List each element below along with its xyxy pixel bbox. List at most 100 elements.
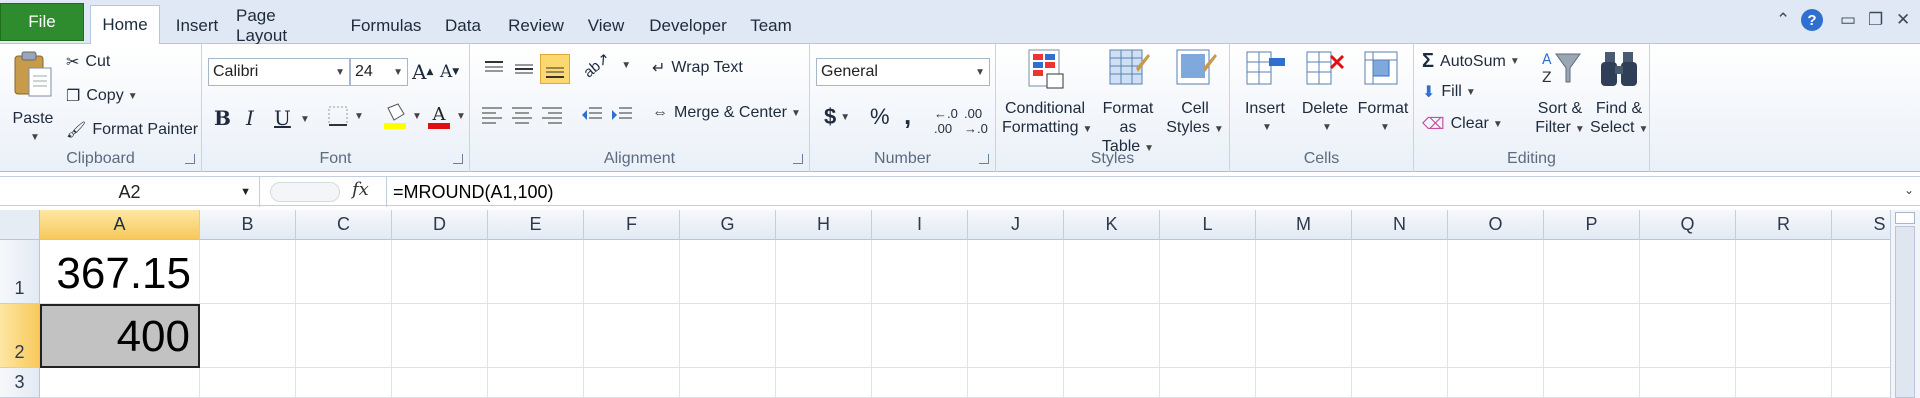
italic-button[interactable]: I: [246, 106, 254, 130]
name-box[interactable]: A2 ▼: [0, 177, 260, 207]
underline-dropdown-icon[interactable]: ▼: [300, 114, 310, 125]
tab-home[interactable]: Home: [90, 5, 160, 45]
increase-indent-icon[interactable]: [610, 104, 634, 126]
row-header-2[interactable]: 2: [0, 304, 40, 368]
cell-m3[interactable]: [1256, 368, 1352, 398]
select-all-button[interactable]: [0, 210, 40, 240]
cell-m1[interactable]: [1256, 240, 1352, 304]
cell-e2[interactable]: [488, 304, 584, 368]
cell-o2[interactable]: [1448, 304, 1544, 368]
cell-i3[interactable]: [872, 368, 968, 398]
clear-button[interactable]: ⌫ Clear ▼: [1422, 114, 1503, 134]
row-header-1[interactable]: 1: [0, 240, 40, 304]
formula-bar-resize-handle[interactable]: [270, 182, 340, 202]
cell-styles-button[interactable]: Cell Styles ▼: [1166, 48, 1224, 139]
grow-font-icon[interactable]: A ▲: [412, 60, 433, 84]
decrease-indent-icon[interactable]: [580, 104, 604, 126]
autosum-button[interactable]: Σ AutoSum ▼: [1422, 50, 1520, 73]
column-header-c[interactable]: C: [296, 210, 392, 240]
underline-button[interactable]: U: [274, 106, 291, 130]
tab-view[interactable]: View: [584, 8, 628, 44]
cell-n1[interactable]: [1352, 240, 1448, 304]
column-header-q[interactable]: Q: [1640, 210, 1736, 240]
format-as-table-button[interactable]: Format as Table ▼: [1092, 48, 1164, 158]
cell-k1[interactable]: [1064, 240, 1160, 304]
cell-f2[interactable]: [584, 304, 680, 368]
percent-button[interactable]: %: [870, 104, 890, 130]
font-color-button[interactable]: A ▼: [426, 102, 466, 130]
cell-p2[interactable]: [1544, 304, 1640, 368]
cell-a2[interactable]: 400: [40, 304, 200, 368]
number-launcher-icon[interactable]: [979, 154, 989, 164]
cell-r3[interactable]: [1736, 368, 1832, 398]
row-header-3[interactable]: 3: [0, 368, 40, 398]
column-header-r[interactable]: R: [1736, 210, 1832, 240]
scrollbar-thumb[interactable]: [1895, 226, 1915, 398]
copy-button[interactable]: ❐ Copy ▼: [66, 86, 138, 106]
cell-l3[interactable]: [1160, 368, 1256, 398]
cell-i2[interactable]: [872, 304, 968, 368]
column-header-m[interactable]: M: [1256, 210, 1352, 240]
insert-function-icon[interactable]: fx: [352, 179, 369, 200]
cell-h1[interactable]: [776, 240, 872, 304]
cell-q2[interactable]: [1640, 304, 1736, 368]
cell-l2[interactable]: [1160, 304, 1256, 368]
scroll-up-icon[interactable]: [1895, 212, 1915, 224]
align-top-icon[interactable]: [482, 58, 506, 80]
cell-e3[interactable]: [488, 368, 584, 398]
cell-l1[interactable]: [1160, 240, 1256, 304]
column-header-h[interactable]: H: [776, 210, 872, 240]
clipboard-launcher-icon[interactable]: [185, 154, 195, 164]
help-icon[interactable]: ?: [1800, 8, 1824, 37]
find-select-button[interactable]: Find & Select ▼: [1590, 48, 1648, 139]
cell-j1[interactable]: [968, 240, 1064, 304]
cell-r2[interactable]: [1736, 304, 1832, 368]
cut-button[interactable]: ✂ Cut: [66, 52, 110, 72]
cell-p3[interactable]: [1544, 368, 1640, 398]
fill-color-button[interactable]: ▼: [382, 102, 422, 130]
tab-team[interactable]: Team: [746, 8, 796, 44]
file-tab[interactable]: File: [0, 3, 84, 41]
align-left-icon[interactable]: [480, 104, 504, 126]
copy-dropdown-icon[interactable]: ▼: [128, 91, 138, 102]
cell-q3[interactable]: [1640, 368, 1736, 398]
cell-p1[interactable]: [1544, 240, 1640, 304]
tab-insert[interactable]: Insert: [166, 8, 228, 44]
number-format-select[interactable]: General ▼: [816, 58, 990, 86]
paste-dropdown-icon[interactable]: ▼: [12, 128, 58, 147]
cell-m2[interactable]: [1256, 304, 1352, 368]
column-header-e[interactable]: E: [488, 210, 584, 240]
align-right-icon[interactable]: [540, 104, 564, 126]
column-header-g[interactable]: G: [680, 210, 776, 240]
restore-window-icon[interactable]: ❐: [1868, 10, 1883, 30]
conditional-formatting-button[interactable]: Conditional Formatting ▼: [1002, 48, 1092, 139]
column-header-p[interactable]: P: [1544, 210, 1640, 240]
bold-button[interactable]: B: [214, 106, 231, 130]
cell-c3[interactable]: [296, 368, 392, 398]
chevron-down-icon[interactable]: ▼: [240, 186, 251, 198]
cell-g2[interactable]: [680, 304, 776, 368]
alignment-launcher-icon[interactable]: [793, 154, 803, 164]
cell-g3[interactable]: [680, 368, 776, 398]
cell-j2[interactable]: [968, 304, 1064, 368]
tab-formulas[interactable]: Formulas: [348, 8, 424, 44]
align-center-icon[interactable]: [510, 104, 534, 126]
column-header-k[interactable]: K: [1064, 210, 1160, 240]
minimize-window-icon[interactable]: ▭: [1840, 10, 1856, 30]
column-header-j[interactable]: J: [968, 210, 1064, 240]
comma-style-button[interactable]: ,: [904, 100, 911, 131]
cell-c2[interactable]: [296, 304, 392, 368]
format-painter-button[interactable]: 🖌 Format Painter: [66, 120, 198, 140]
tab-data[interactable]: Data: [440, 8, 486, 44]
cell-o1[interactable]: [1448, 240, 1544, 304]
cell-k3[interactable]: [1064, 368, 1160, 398]
cell-c1[interactable]: [296, 240, 392, 304]
close-window-icon[interactable]: ✕: [1896, 10, 1910, 30]
cell-q1[interactable]: [1640, 240, 1736, 304]
cell-j3[interactable]: [968, 368, 1064, 398]
decrease-decimal-icon[interactable]: .00 →.0: [964, 106, 988, 136]
shrink-font-icon[interactable]: A ▼: [440, 62, 459, 82]
column-header-o[interactable]: O: [1448, 210, 1544, 240]
currency-button[interactable]: $ ▼: [824, 104, 850, 130]
orientation-button[interactable]: ab↗ ▼: [580, 49, 631, 81]
